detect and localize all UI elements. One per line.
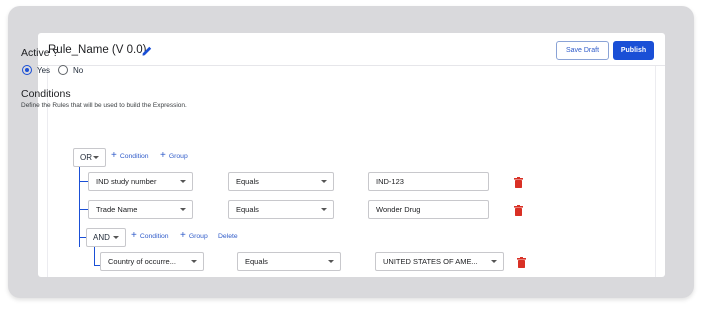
group-row-1-value-select[interactable]: UNITED STATES OF AME... — [375, 252, 504, 271]
conditions-heading: Conditions — [21, 88, 71, 100]
tree-line-group — [94, 246, 96, 265]
plus-icon: + — [160, 150, 166, 161]
chevron-down-icon — [321, 208, 327, 211]
tree-line-root — [79, 167, 81, 247]
card-header: Rule_Name (V 0.0) Save Draft Publish — [38, 33, 665, 66]
chevron-down-icon — [180, 208, 186, 211]
chevron-down-icon — [180, 180, 186, 183]
plus-icon: + — [111, 150, 117, 161]
plus-icon: + — [180, 230, 186, 241]
row-1-value-input[interactable]: IND-123 — [368, 172, 489, 191]
chevron-down-icon — [491, 260, 497, 263]
group-add-condition-link[interactable]: + Condition — [131, 230, 169, 241]
row-2-field-select[interactable]: Trade Name — [88, 200, 193, 219]
add-group-link[interactable]: + Group — [160, 150, 188, 161]
chevron-down-icon — [328, 260, 334, 263]
root-operator-value: OR — [80, 153, 92, 162]
publish-button[interactable]: Publish — [613, 41, 654, 60]
conditions-description: Define the Rules that will be used to bu… — [21, 102, 187, 109]
radio-selected-icon[interactable] — [22, 65, 32, 75]
trash-icon[interactable] — [517, 257, 526, 268]
rule-title: Rule_Name (V 0.0) — [48, 44, 147, 56]
root-operator-select[interactable]: OR — [73, 148, 106, 167]
active-yes-label: Yes — [37, 65, 51, 75]
group-delete-link[interactable]: Delete — [218, 233, 238, 240]
chevron-down-icon — [191, 260, 197, 263]
row-2-value-input[interactable]: Wonder Drug — [368, 200, 489, 219]
row-1-field-select[interactable]: IND study number — [88, 172, 193, 191]
radio-unselected-icon[interactable] — [58, 65, 68, 75]
row-2-operator-select[interactable]: Equals — [228, 200, 334, 219]
group-row-1-operator-select[interactable]: Equals — [237, 252, 341, 271]
plus-icon: + — [131, 230, 137, 241]
trash-icon[interactable] — [514, 205, 523, 216]
active-no-label: No — [73, 65, 84, 75]
row-1-operator-select[interactable]: Equals — [228, 172, 334, 191]
group-add-group-link[interactable]: + Group — [180, 230, 208, 241]
pencil-icon[interactable] — [141, 45, 153, 57]
add-condition-link[interactable]: + Condition — [111, 150, 149, 161]
group-operator-value: AND — [93, 233, 110, 242]
trash-icon[interactable] — [514, 177, 523, 188]
chevron-down-icon — [321, 180, 327, 183]
active-yes-radio[interactable]: Yes — [22, 65, 50, 75]
active-no-radio[interactable]: No — [58, 65, 83, 75]
active-heading: Active ? — [21, 47, 59, 59]
group-operator-select[interactable]: AND — [86, 228, 126, 247]
chevron-down-icon — [93, 156, 99, 159]
save-draft-button[interactable]: Save Draft — [556, 41, 609, 60]
group-row-1-field-select[interactable]: Country of occurre... — [100, 252, 204, 271]
chevron-down-icon — [113, 236, 119, 239]
